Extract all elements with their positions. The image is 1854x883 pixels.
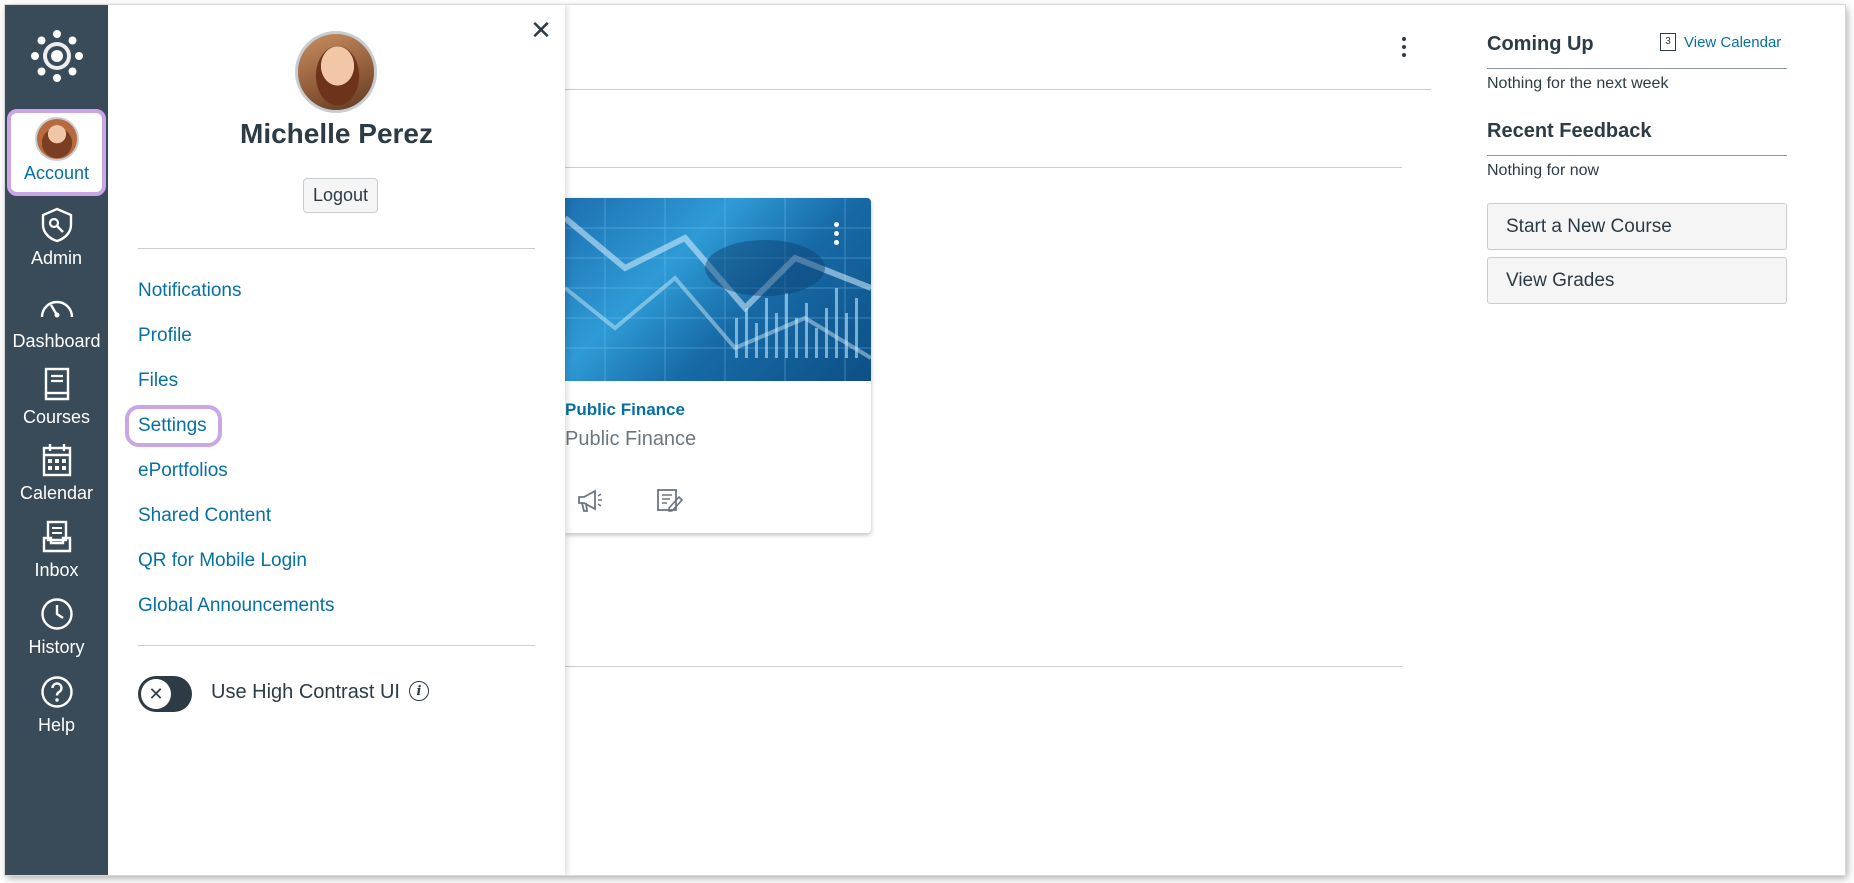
nav-item-label: Courses	[22, 407, 91, 427]
recent-feedback-empty: Nothing for now	[1487, 162, 1600, 179]
coming-up-heading: Coming Up	[1487, 33, 1594, 55]
files-link[interactable]: Files	[138, 370, 178, 392]
canvas-logo-icon	[30, 29, 83, 82]
notifications-link[interactable]: Notifications	[138, 280, 242, 302]
profile-link[interactable]: Profile	[138, 325, 192, 347]
view-calendar-link[interactable]: 3 View Calendar	[1660, 33, 1781, 51]
admin-shield-icon	[38, 206, 76, 244]
nav-item-label: History	[28, 637, 85, 657]
header-divider	[565, 89, 1431, 90]
calendar-icon	[38, 441, 76, 479]
nav-item-dashboard[interactable]: Dashboard	[5, 289, 108, 361]
nav-item-label: Admin	[30, 248, 83, 268]
nav-item-admin[interactable]: Admin	[5, 206, 108, 278]
info-icon[interactable]: i	[409, 681, 429, 701]
canvas-logo[interactable]	[5, 5, 108, 106]
nav-item-label: Inbox	[34, 560, 79, 580]
view-grades-button[interactable]: View Grades	[1487, 257, 1787, 304]
nav-item-label: Help	[37, 715, 76, 735]
course-card-image	[565, 198, 871, 381]
nav-item-calendar[interactable]: Calendar	[5, 441, 108, 513]
view-calendar-label: View Calendar	[1684, 33, 1782, 51]
divider	[138, 645, 535, 646]
user-name: Michelle Perez	[240, 118, 433, 149]
calendar-day: 3	[1665, 36, 1671, 47]
qr-mobile-login-link[interactable]: QR for Mobile Login	[138, 550, 307, 572]
account-tray: ✕ Michelle Perez Logout Notifications Pr…	[108, 5, 565, 875]
logout-button[interactable]: Logout	[303, 178, 378, 213]
divider	[1487, 68, 1787, 69]
course-subtitle: Public Finance	[565, 428, 697, 450]
avatar	[34, 117, 79, 161]
nav-item-inbox[interactable]: Inbox	[5, 518, 108, 590]
inbox-icon	[38, 518, 76, 556]
canvas-window: Account Admin Dashboard Courses Calendar	[5, 5, 1845, 875]
help-question-icon	[38, 673, 76, 711]
assignments-icon[interactable]	[655, 486, 684, 514]
divider	[1487, 155, 1787, 156]
course-title-link[interactable]: Public Finance	[565, 400, 685, 420]
announcements-megaphone-icon[interactable]	[575, 486, 603, 514]
nav-item-account[interactable]: Account	[7, 109, 106, 196]
start-new-course-button[interactable]: Start a New Course	[1487, 203, 1787, 250]
coming-up-empty: Nothing for the next week	[1487, 75, 1669, 92]
close-icon[interactable]: ✕	[528, 17, 554, 43]
recent-feedback-heading: Recent Feedback	[1487, 120, 1652, 142]
courses-book-icon	[38, 365, 76, 403]
nav-item-label: Calendar	[19, 483, 94, 503]
section-divider	[565, 666, 1402, 667]
global-navigation: Account Admin Dashboard Courses Calendar	[5, 5, 108, 875]
section-divider	[565, 167, 1402, 168]
dashboard-gauge-icon	[38, 289, 76, 327]
global-announcements-link[interactable]: Global Announcements	[138, 595, 334, 617]
dashboard-options-kebab-icon[interactable]	[1399, 34, 1409, 62]
high-contrast-label: Use High Contrast UI	[211, 681, 400, 703]
high-contrast-toggle[interactable]: ✕	[138, 676, 192, 712]
course-card-kebab-icon[interactable]	[831, 220, 841, 250]
divider	[138, 248, 535, 249]
eportfolios-link[interactable]: ePortfolios	[138, 460, 228, 482]
history-clock-icon	[38, 595, 76, 633]
settings-link[interactable]: Settings	[138, 415, 207, 437]
course-card[interactable]: Public Finance Public Finance	[565, 198, 871, 533]
calendar-icon: 3	[1660, 33, 1676, 51]
nav-item-help[interactable]: Help	[5, 673, 108, 745]
profile-avatar	[295, 31, 377, 113]
nav-item-account-label: Account	[23, 163, 90, 183]
nav-item-history[interactable]: History	[5, 595, 108, 667]
nav-item-courses[interactable]: Courses	[5, 365, 108, 437]
shared-content-link[interactable]: Shared Content	[138, 505, 271, 527]
toggle-off-x-icon: ✕	[141, 679, 171, 709]
nav-item-label: Dashboard	[12, 331, 101, 351]
